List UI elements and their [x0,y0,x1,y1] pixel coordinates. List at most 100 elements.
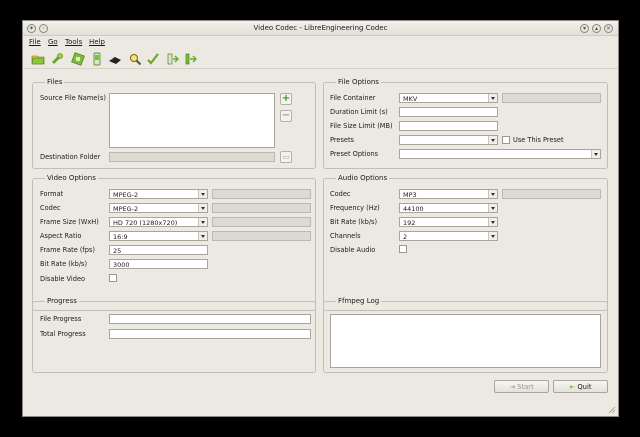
frequency-value: 44100 [403,205,424,213]
disable-audio-checkbox[interactable] [399,245,407,253]
magnifier-icon[interactable] [128,52,142,66]
presets-label: Presets [330,136,354,144]
source-files-list[interactable] [109,93,275,148]
video-codec-label: Codec [40,204,61,212]
quit-button-label: Quit [577,383,592,391]
chevron-down-icon [488,136,497,144]
remove-file-button[interactable]: − [280,110,292,122]
disable-video-checkbox[interactable] [109,274,117,282]
start-button-label: Start [517,383,534,391]
chevron-down-icon [488,218,497,226]
file-size-limit-field[interactable] [399,121,498,131]
audio-bit-rate-select[interactable]: 192 [399,217,498,227]
audio-codec-label: Codec [330,190,351,198]
aspect-ratio-value: 16:9 [113,233,128,241]
quit-button[interactable]: ⇤ Quit [553,380,608,393]
maximize-icon[interactable]: ▴ [592,24,601,33]
chevron-down-icon [488,232,497,240]
source-files-label: Source File Name(s) [40,94,106,102]
format-label: Format [40,190,64,198]
aspect-ratio-label: Aspect Ratio [40,232,82,240]
audio-bit-rate-value: 192 [403,219,416,227]
frame-size-value: HD 720 (1280x720) [113,219,178,227]
file-container-select[interactable]: MKV [399,93,498,103]
phone-icon[interactable] [90,52,104,66]
file-progress-label: File Progress [40,315,82,323]
progress-title: Progress [45,297,79,305]
video-options-title: Video Options [45,174,98,182]
video-bit-rate-label: Bit Rate (kb/s) [40,260,88,268]
chevron-down-icon [198,218,207,226]
channels-value: 2 [403,233,408,241]
channels-select[interactable]: 2 [399,231,498,241]
video-bit-rate-field[interactable]: 3000 [109,259,208,269]
chevron-down-icon [198,190,207,198]
menu-go[interactable]: Go [48,38,58,46]
duration-limit-label: Duration Limit (s) [330,108,388,116]
files-group: Files Source File Name(s) + − Destinatio… [32,78,316,169]
duration-limit-field[interactable] [399,107,498,117]
disable-video-label: Disable Video [40,275,86,283]
progress-group: Progress File Progress Total Progress [32,297,316,373]
menu-help[interactable]: Help [89,38,105,46]
start-button[interactable]: ⇥ Start [494,380,549,393]
aspect-ratio-select[interactable]: 16:9 [109,231,208,241]
audio-options-group: Audio Options Codec MP3 Frequency (Hz) 4… [323,174,608,311]
window-title: Video Codec - LibreEngineering Codec [253,24,388,32]
file-progress-bar [109,314,311,324]
destination-folder-field[interactable] [109,152,275,162]
format-value: MPEG-2 [113,191,139,199]
format-extra-field [212,189,311,199]
import-icon[interactable] [166,52,180,66]
chevron-down-icon [198,204,207,212]
video-codec-select[interactable]: MPEG-2 [109,203,208,213]
preset-options-select[interactable] [399,149,601,159]
chevron-down-icon [488,190,497,198]
start-icon: ⇥ [509,383,518,391]
frame-rate-label: Frame Rate (fps) [40,246,95,254]
file-options-group: File Options File Container MKV Duration… [323,78,608,169]
close-icon[interactable]: × [604,24,613,33]
checkmark-icon[interactable] [146,52,160,66]
menu-bar: File Go Tools Help [23,36,618,48]
disable-audio-label: Disable Audio [330,246,376,254]
tool-icon[interactable] [50,52,64,66]
audio-options-title: Audio Options [336,174,390,182]
toolbar [23,49,618,69]
use-preset-checkbox[interactable] [502,136,510,144]
frequency-select[interactable]: 44100 [399,203,498,213]
audio-codec-select[interactable]: MP3 [399,189,498,199]
file-container-label: File Container [330,94,376,102]
menu-tools[interactable]: Tools [65,38,82,46]
format-select[interactable]: MPEG-2 [109,189,208,199]
minimize-icon[interactable]: ▾ [580,24,589,33]
frame-rate-field[interactable]: 25 [109,245,208,255]
chevron-down-icon [198,232,207,240]
mouse-icon[interactable] [108,52,122,66]
ffmpeg-log-textarea[interactable] [330,314,601,368]
video-codec-extra-field [212,203,311,213]
frequency-label: Frequency (Hz) [330,204,380,212]
menu-file[interactable]: File [29,38,41,46]
presets-select[interactable] [399,135,498,145]
add-file-button[interactable]: + [280,93,292,105]
browse-folder-button[interactable]: ▭ [280,151,292,163]
ffmpeg-log-group: Ffmpeg Log [323,297,608,373]
video-codec-value: MPEG-2 [113,205,139,213]
export-icon[interactable] [184,52,198,66]
title-bar: ✦ ◦ Video Codec - LibreEngineering Codec… [23,21,618,36]
folder-open-icon[interactable] [31,52,45,66]
app-window: ✦ ◦ Video Codec - LibreEngineering Codec… [22,20,619,417]
channels-label: Channels [330,232,361,240]
total-progress-bar [109,329,311,339]
frame-size-select[interactable]: HD 720 (1280x720) [109,217,208,227]
resize-grip-icon[interactable] [608,406,616,414]
destination-folder-label: Destination Folder [40,153,101,161]
chevron-down-icon [488,94,497,102]
film-icon[interactable] [71,52,85,66]
ffmpeg-log-title: Ffmpeg Log [336,297,382,305]
file-size-limit-label: File Size Limit (MB) [330,122,393,130]
chevron-down-icon [488,204,497,212]
frame-size-label: Frame Size (WxH) [40,218,99,226]
audio-bit-rate-label: Bit Rate (kb/s) [330,218,378,226]
